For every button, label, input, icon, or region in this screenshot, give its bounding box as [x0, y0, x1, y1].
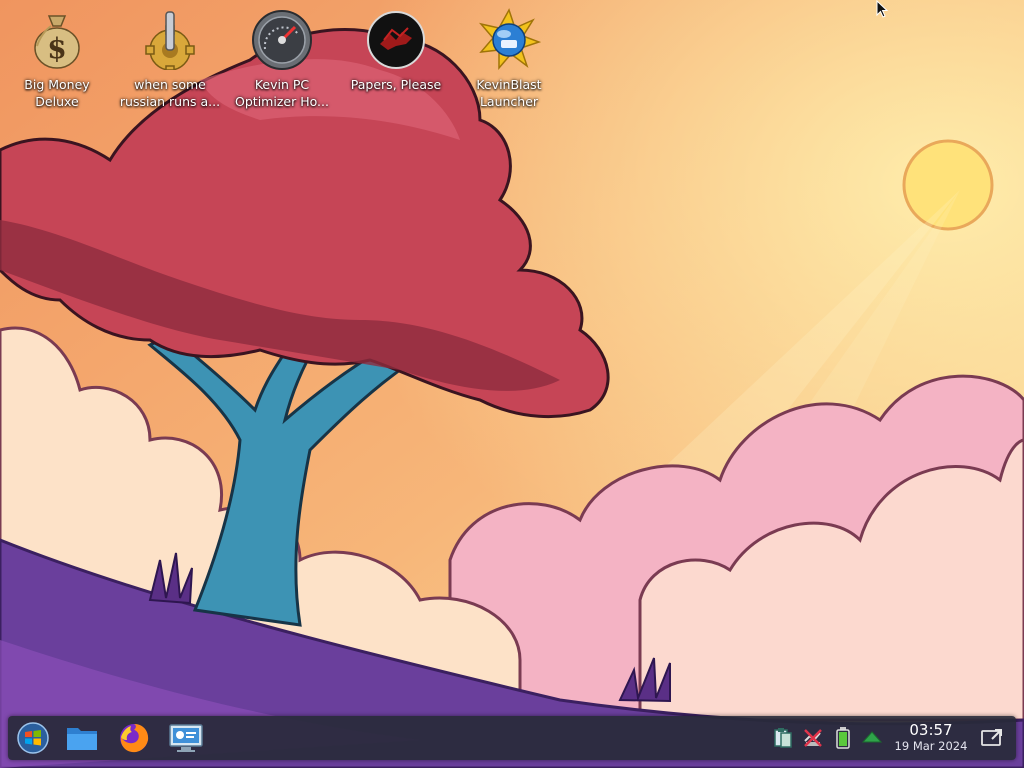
- speedometer-icon: [250, 8, 314, 72]
- desktop-icon-russian-runs[interactable]: when some russian runs a...: [115, 8, 225, 110]
- desktop-wallpaper: [0, 0, 1024, 768]
- network-disconnected-icon: [804, 729, 822, 747]
- tray-network[interactable]: [801, 726, 825, 750]
- globe-star-icon: [477, 8, 541, 72]
- start-menu-button[interactable]: [13, 720, 53, 756]
- money-bag-icon: $: [25, 8, 89, 72]
- taskbar: 03:57 19 Mar 2024: [8, 716, 1016, 760]
- desktop-icon-kevinblast-launcher[interactable]: KevinBlast Launcher: [454, 8, 564, 110]
- tray-clipboard[interactable]: [771, 726, 795, 750]
- monitor-settings-icon: [169, 724, 203, 752]
- desktop-icon-label: KevinBlast Launcher: [476, 77, 542, 109]
- clipboard-icon: [774, 728, 792, 748]
- system-settings-button[interactable]: [166, 720, 206, 756]
- desktop-icon-label: when some russian runs a...: [119, 77, 221, 109]
- desktop-icon-big-money-deluxe[interactable]: $ Big Money Deluxe: [2, 8, 112, 110]
- svg-text:$: $: [47, 32, 66, 65]
- mouse-cursor-icon: [876, 0, 888, 18]
- sun: [902, 139, 994, 231]
- show-desktop-button[interactable]: [980, 726, 1004, 750]
- windows-orb-icon: [17, 722, 49, 754]
- clock[interactable]: 03:57 19 Mar 2024: [888, 721, 974, 754]
- desktop-icon-kevin-pc-optimizer[interactable]: Kevin PC Optimizer Ho...: [227, 8, 337, 110]
- firefox-icon: [120, 724, 149, 753]
- file-manager-button[interactable]: [62, 720, 102, 756]
- desktop-icon-papers-please[interactable]: Papers, Please: [341, 8, 451, 93]
- desktop-icon-label: Papers, Please: [350, 77, 442, 92]
- tray-updates[interactable]: [860, 726, 884, 750]
- tray-battery[interactable]: [831, 726, 855, 750]
- desktop-icon-label: Kevin PC Optimizer Ho...: [235, 77, 329, 109]
- folder-icon: [67, 728, 97, 750]
- show-desktop-icon: [981, 729, 1002, 746]
- arrow-up-icon: [862, 731, 882, 743]
- eagle-emblem-icon: [364, 8, 428, 72]
- firefox-button[interactable]: [114, 720, 154, 756]
- clock-time: 03:57: [909, 721, 953, 739]
- desktop-icon-label: Big Money Deluxe: [24, 77, 90, 109]
- gear-lever-icon: [138, 8, 202, 72]
- clock-date: 19 Mar 2024: [894, 739, 968, 753]
- battery-icon: [836, 727, 850, 749]
